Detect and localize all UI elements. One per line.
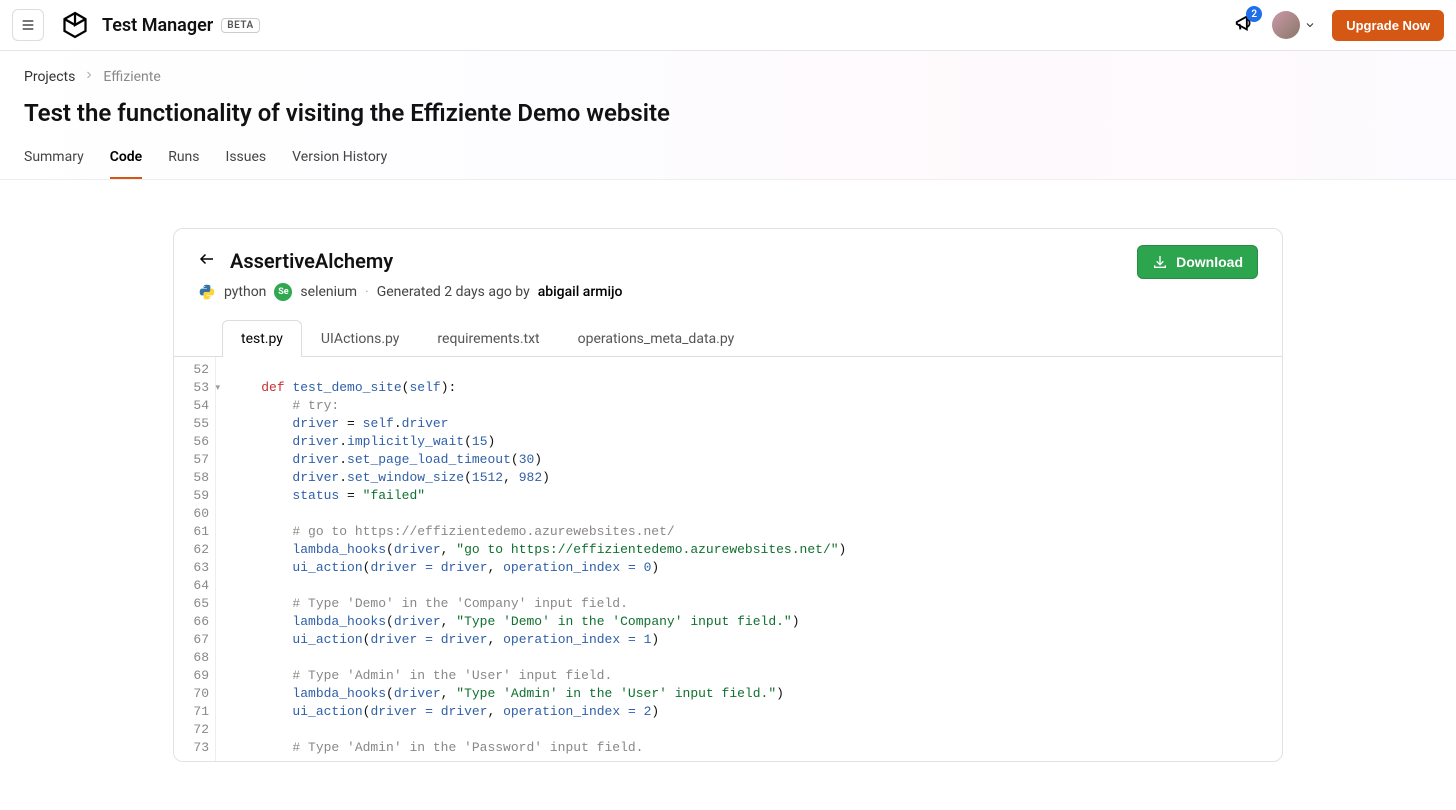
separator-dot: · bbox=[365, 284, 369, 300]
card-title: AssertiveAlchemy bbox=[230, 249, 393, 273]
code-line: # Type 'Admin' in the 'User' input field… bbox=[230, 667, 1282, 685]
python-icon bbox=[198, 283, 216, 301]
card-header: AssertiveAlchemy Download python Se sele… bbox=[174, 229, 1282, 356]
line-number: 68 bbox=[174, 649, 209, 667]
notification-count-badge: 2 bbox=[1246, 6, 1262, 22]
arrow-left-icon bbox=[198, 250, 216, 268]
download-icon bbox=[1152, 254, 1168, 270]
code-line: # Type 'Admin' in the 'Password' input f… bbox=[230, 739, 1282, 757]
back-button[interactable] bbox=[198, 250, 216, 272]
line-number: 52 bbox=[174, 361, 209, 379]
line-number: 72 bbox=[174, 721, 209, 739]
code-line: # Type 'Demo' in the 'Company' input fie… bbox=[230, 595, 1282, 613]
line-number: 59 bbox=[174, 487, 209, 505]
menu-button[interactable] bbox=[12, 9, 44, 41]
code-line: ui_action(driver = driver, operation_ind… bbox=[230, 703, 1282, 721]
meta-row: python Se selenium · Generated 2 days ag… bbox=[198, 283, 1258, 301]
code-line: lambda_hooks(driver, "Type 'Demo' in the… bbox=[230, 613, 1282, 631]
chevron-down-icon bbox=[1304, 19, 1316, 31]
code-line: driver.set_page_load_timeout(30) bbox=[230, 451, 1282, 469]
file-tabs: test.py UIActions.py requirements.txt op… bbox=[198, 319, 1258, 356]
line-number: 55 bbox=[174, 415, 209, 433]
line-number-gutter: 5253545556575859606162636465666768697071… bbox=[174, 357, 216, 761]
line-number: 67 bbox=[174, 631, 209, 649]
file-tab-uiactions[interactable]: UIActions.py bbox=[302, 320, 419, 357]
line-number: 62 bbox=[174, 541, 209, 559]
app-logo-icon bbox=[60, 10, 90, 40]
file-tab-operations-meta[interactable]: operations_meta_data.py bbox=[559, 320, 754, 357]
code-line: status = "failed" bbox=[230, 487, 1282, 505]
file-tab-requirements[interactable]: requirements.txt bbox=[418, 320, 558, 357]
app-title: Test Manager bbox=[102, 15, 213, 36]
code-line: # try: bbox=[230, 397, 1282, 415]
code-view[interactable]: def test_demo_site(self): # try: driver … bbox=[216, 357, 1282, 761]
line-number: 73 bbox=[174, 739, 209, 757]
line-number: 65 bbox=[174, 595, 209, 613]
subheader: Projects Effiziente Test the functionali… bbox=[0, 51, 1456, 180]
tab-summary[interactable]: Summary bbox=[24, 149, 84, 179]
line-number: 57 bbox=[174, 451, 209, 469]
generated-label: Generated 2 days ago by bbox=[377, 284, 530, 300]
language-label: python bbox=[224, 284, 266, 300]
page-title: Test the functionality of visiting the E… bbox=[24, 99, 1432, 127]
upgrade-button[interactable]: Upgrade Now bbox=[1332, 10, 1444, 41]
code-card: AssertiveAlchemy Download python Se sele… bbox=[173, 228, 1283, 762]
author-name: abigail armijo bbox=[538, 284, 623, 300]
line-number: 56 bbox=[174, 433, 209, 451]
tab-issues[interactable]: Issues bbox=[226, 149, 267, 179]
framework-label: selenium bbox=[300, 284, 357, 300]
line-number: 70 bbox=[174, 685, 209, 703]
code-line: driver.set_window_size(1512, 982) bbox=[230, 469, 1282, 487]
code-line: ui_action(driver = driver, operation_ind… bbox=[230, 631, 1282, 649]
code-line: lambda_hooks(driver, "go to https://effi… bbox=[230, 541, 1282, 559]
line-number: 69 bbox=[174, 667, 209, 685]
code-line: # go to https://effizientedemo.azurewebs… bbox=[230, 523, 1282, 541]
line-number: 71 bbox=[174, 703, 209, 721]
selenium-icon: Se bbox=[274, 283, 292, 301]
line-number: 53 bbox=[174, 379, 209, 397]
code-line: lambda_hooks(driver, "Type 'Admin' in th… bbox=[230, 685, 1282, 703]
topbar: Test Manager BETA 2 Upgrade Now bbox=[0, 0, 1456, 51]
code-line bbox=[230, 649, 1282, 667]
line-number: 63 bbox=[174, 559, 209, 577]
download-label: Download bbox=[1176, 254, 1243, 270]
user-menu[interactable] bbox=[1272, 11, 1316, 39]
line-number: 58 bbox=[174, 469, 209, 487]
code-line bbox=[230, 721, 1282, 739]
line-number: 66 bbox=[174, 613, 209, 631]
line-number: 64 bbox=[174, 577, 209, 595]
beta-badge: BETA bbox=[221, 18, 259, 33]
code-line bbox=[230, 505, 1282, 523]
code-line: driver = self.driver bbox=[230, 415, 1282, 433]
code-line: def test_demo_site(self): bbox=[230, 379, 1282, 397]
breadcrumb-current[interactable]: Effiziente bbox=[103, 69, 160, 85]
tab-code[interactable]: Code bbox=[110, 149, 143, 179]
avatar-icon bbox=[1272, 11, 1300, 39]
tabs: Summary Code Runs Issues Version History bbox=[24, 149, 1432, 179]
chevron-right-icon bbox=[83, 69, 95, 85]
breadcrumb: Projects Effiziente bbox=[24, 69, 1432, 85]
breadcrumb-root[interactable]: Projects bbox=[24, 69, 75, 85]
line-number: 60 bbox=[174, 505, 209, 523]
file-tab-test[interactable]: test.py bbox=[222, 320, 302, 357]
code-line: ui_action(driver = driver, operation_ind… bbox=[230, 559, 1282, 577]
line-number: 61 bbox=[174, 523, 209, 541]
download-button[interactable]: Download bbox=[1137, 245, 1258, 279]
content: AssertiveAlchemy Download python Se sele… bbox=[0, 180, 1456, 810]
notifications-button[interactable]: 2 bbox=[1234, 12, 1256, 38]
line-number: 54 bbox=[174, 397, 209, 415]
code-line bbox=[230, 361, 1282, 379]
code-editor: 5253545556575859606162636465666768697071… bbox=[174, 356, 1282, 761]
code-line: driver.implicitly_wait(15) bbox=[230, 433, 1282, 451]
tab-runs[interactable]: Runs bbox=[168, 149, 199, 179]
tab-version-history[interactable]: Version History bbox=[292, 149, 387, 179]
code-line bbox=[230, 577, 1282, 595]
hamburger-icon bbox=[20, 17, 36, 33]
